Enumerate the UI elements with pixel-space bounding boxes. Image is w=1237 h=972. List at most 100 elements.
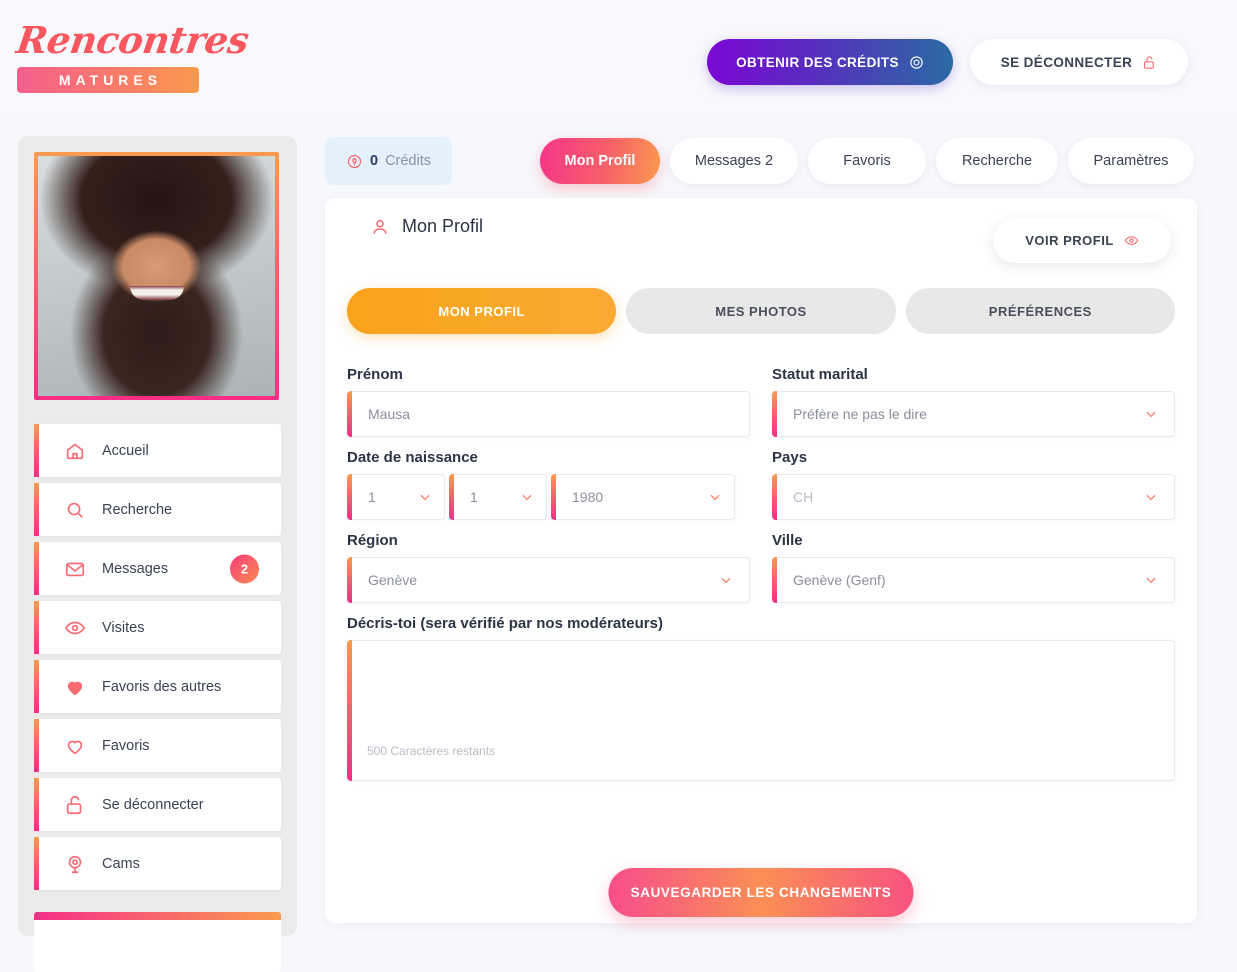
chevron-down-icon — [710, 494, 720, 501]
get-credits-label: OBTENIR DES CRÉDITS — [736, 54, 899, 70]
subtab-mon-profil[interactable]: MON PROFIL — [347, 288, 617, 334]
eye-icon — [64, 621, 86, 634]
heart-filled-icon — [67, 681, 83, 695]
city-value: Genève (Genf) — [793, 572, 886, 588]
app-header: Rencontres MATURES OBTENIR DES CRÉDITS S… — [0, 0, 1237, 118]
credit-token-icon — [347, 154, 362, 168]
field-city: Ville Genève (Genf) — [772, 532, 1175, 603]
dob-month-value: 1 — [470, 489, 478, 505]
sidebar-item-label: Visites — [102, 619, 145, 636]
sidebar-promo-card[interactable] — [34, 912, 281, 972]
subtab-preferences[interactable]: PRÉFÉRENCES — [905, 288, 1175, 334]
brand-logo-subtitle: MATURES — [58, 72, 163, 88]
about-label: Décris-toi (sera vérifié par nos modérat… — [347, 615, 663, 632]
main-tabs: Mon Profil Messages 2 Favoris Recherche … — [540, 138, 1194, 184]
region-label: Région — [347, 532, 398, 549]
sidebar-item-label: Favoris — [102, 737, 150, 754]
logout-button[interactable]: SE DÉCONNECTER — [970, 39, 1188, 85]
target-icon — [910, 55, 923, 69]
chevron-down-icon — [721, 577, 731, 584]
dob-group: 1 1 1980 — [347, 474, 750, 520]
logout-label: SE DÉCONNECTER — [1000, 54, 1133, 70]
dob-month-select[interactable]: 1 — [449, 474, 547, 520]
form-row-2: Date de naissance 1 1 1980 Pays CH — [347, 449, 1175, 520]
sidebar-item-cams[interactable]: Cams — [34, 837, 281, 890]
user-icon — [373, 219, 387, 234]
field-region: Région Genève — [347, 532, 750, 603]
profile-subtabs: MON PROFIL MES PHOTOS PRÉFÉRENCES — [347, 288, 1175, 334]
chevron-down-icon — [522, 494, 532, 501]
sidebar-item-recherche[interactable]: Recherche — [34, 483, 281, 536]
sidebar-item-label: Se déconnecter — [102, 796, 204, 813]
about-textarea[interactable]: 500 Caractères restants — [347, 640, 1175, 781]
sidebar-item-label: Cams — [102, 855, 140, 872]
profile-form: Prénom Mausa Statut marital Préfère ne p… — [347, 366, 1175, 781]
lock-open-icon — [1144, 55, 1155, 69]
chevron-down-icon — [1146, 411, 1156, 418]
brand-logo-script: Rencontres — [13, 18, 252, 62]
avatar[interactable] — [34, 152, 279, 400]
get-credits-button[interactable]: OBTENIR DES CRÉDITS — [707, 39, 953, 85]
sidebar-item-se-deconnecter[interactable]: Se déconnecter — [34, 778, 281, 831]
page-title: Mon Profil — [370, 216, 483, 237]
eye-icon — [1124, 236, 1139, 245]
brand-logo: Rencontres MATURES — [13, 18, 252, 93]
field-country: Pays CH — [772, 449, 1175, 520]
view-profile-label: VOIR PROFIL — [1025, 233, 1114, 248]
marital-value: Préfère ne pas le dire — [793, 406, 927, 422]
promo-card-gradient-bar — [34, 912, 281, 920]
country-value: CH — [793, 489, 814, 505]
dob-year-select[interactable]: 1980 — [551, 474, 735, 520]
sidebar-item-label: Accueil — [102, 442, 149, 459]
region-select[interactable]: Genève — [347, 557, 750, 603]
webcam-icon — [68, 855, 82, 873]
tab-favoris[interactable]: Favoris — [808, 138, 926, 184]
sidebar-item-favoris[interactable]: Favoris — [34, 719, 281, 772]
field-date-of-birth: Date de naissance 1 1 1980 — [347, 449, 750, 520]
dob-day-select[interactable]: 1 — [347, 474, 445, 520]
dob-label: Date de naissance — [347, 449, 478, 466]
field-about: Décris-toi (sera vérifié par nos modérat… — [347, 615, 1175, 781]
field-firstname: Prénom Mausa — [347, 366, 750, 437]
sidebar-item-label: Favoris des autres — [102, 678, 222, 695]
sidebar-item-accueil[interactable]: Accueil — [34, 424, 281, 477]
tab-parametres[interactable]: Paramètres — [1068, 138, 1194, 184]
subtab-mes-photos[interactable]: MES PHOTOS — [626, 288, 896, 334]
dob-year-value: 1980 — [572, 489, 604, 505]
firstname-input[interactable]: Mausa — [347, 391, 750, 437]
view-profile-button[interactable]: VOIR PROFIL — [993, 218, 1171, 263]
firstname-value: Mausa — [368, 406, 411, 422]
tab-recherche[interactable]: Recherche — [936, 138, 1058, 184]
marital-label: Statut marital — [772, 366, 868, 383]
dob-day-value: 1 — [368, 489, 376, 505]
sidebar-item-visites[interactable]: Visites — [34, 601, 281, 654]
sidebar: Accueil Recherche Messages 2 Visites Fav… — [18, 136, 297, 972]
form-row-1: Prénom Mausa Statut marital Préfère ne p… — [347, 366, 1175, 437]
heart-outline-icon — [67, 740, 83, 754]
marital-select[interactable]: Préfère ne pas le dire — [772, 391, 1175, 437]
messages-badge: 2 — [230, 554, 259, 583]
panel-header: Mon Profil VOIR PROFIL — [325, 198, 1197, 272]
mail-icon — [65, 562, 85, 576]
firstname-label: Prénom — [347, 366, 403, 383]
credits-indicator[interactable]: 0 Crédits — [325, 137, 452, 185]
tab-mon-profil[interactable]: Mon Profil — [540, 138, 660, 184]
sidebar-item-favoris-des-autres[interactable]: Favoris des autres — [34, 660, 281, 713]
sidebar-item-messages[interactable]: Messages 2 — [34, 542, 281, 595]
lock-open-icon — [66, 795, 82, 814]
tab-messages[interactable]: Messages 2 — [670, 138, 798, 184]
city-label: Ville — [772, 532, 803, 549]
about-char-counter: 500 Caractères restants — [367, 744, 496, 758]
chevron-down-icon — [1146, 494, 1156, 501]
country-select[interactable]: CH — [772, 474, 1175, 520]
field-marital-status: Statut marital Préfère ne pas le dire — [772, 366, 1175, 437]
city-select[interactable]: Genève (Genf) — [772, 557, 1175, 603]
profile-panel: Mon Profil VOIR PROFIL MON PROFIL MES PH… — [325, 198, 1197, 923]
sidebar-menu: Accueil Recherche Messages 2 Visites Fav… — [34, 424, 281, 890]
country-label: Pays — [772, 449, 808, 466]
chevron-down-icon — [420, 494, 430, 501]
save-changes-button[interactable]: SAUVEGARDER LES CHANGEMENTS — [608, 868, 914, 917]
sidebar-item-label: Recherche — [102, 501, 173, 518]
credits-label: Crédits — [385, 153, 431, 169]
form-row-3: Région Genève Ville Genève (Genf) — [347, 532, 1175, 603]
